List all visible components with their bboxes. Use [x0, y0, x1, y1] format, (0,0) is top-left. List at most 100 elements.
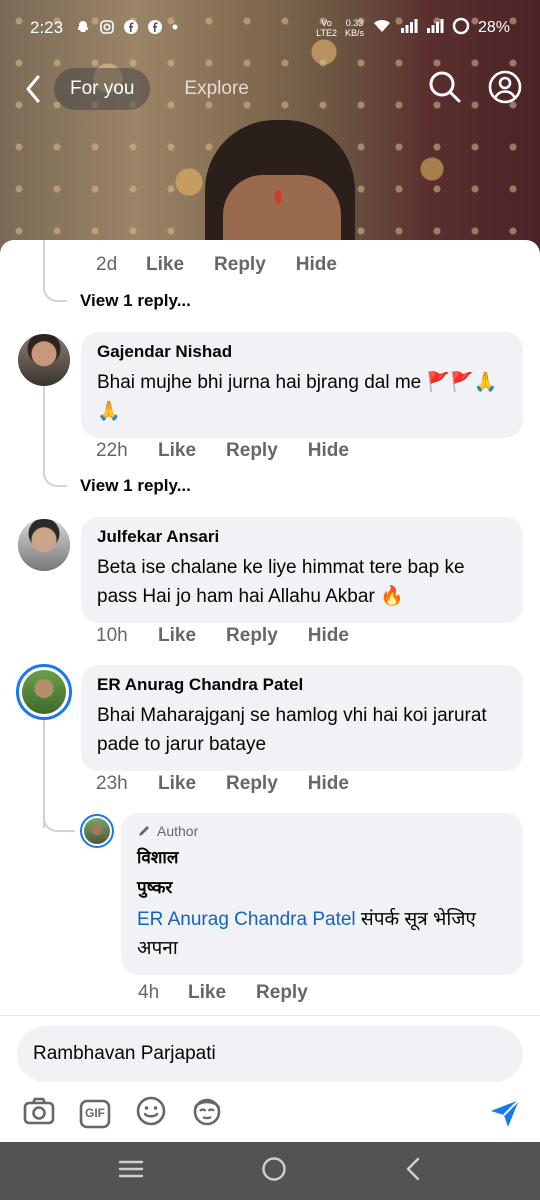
video-person-tilak: [275, 190, 281, 204]
reply-button[interactable]: Reply: [214, 254, 266, 276]
commenter-name[interactable]: ER Anurag Chandra Patel: [97, 675, 507, 695]
avatar[interactable]: [16, 664, 72, 720]
comment-actions: 4h Like Reply: [138, 982, 338, 1004]
video-person: [205, 120, 355, 260]
comment-time: 2d: [96, 254, 118, 275]
notification-icons: [75, 19, 179, 38]
snapchat-icon: [75, 19, 91, 38]
name-line-1: विशाल: [137, 848, 179, 867]
chevron-left-icon: [406, 1157, 419, 1180]
emoji-button[interactable]: [134, 1094, 168, 1133]
comment-time: 22h: [96, 440, 128, 461]
hide-button[interactable]: Hide: [308, 773, 349, 795]
commenter-name[interactable]: विशाल पुष्कर: [137, 843, 507, 903]
profile-icon: [488, 70, 522, 103]
thread-connector: [43, 270, 67, 302]
comment-bubble[interactable]: Julfekar Ansari Beta ise chalane ke liye…: [81, 517, 523, 623]
comment-time: 4h: [138, 982, 160, 1003]
comment-bubble[interactable]: ER Anurag Chandra Patel Bhai Maharajganj…: [81, 665, 523, 771]
system-navigation-bar: [0, 1142, 540, 1200]
camera-button[interactable]: [22, 1094, 56, 1133]
comment-composer: Rambhavan Parjapati GIF: [0, 1015, 540, 1142]
comment-time: 10h: [96, 625, 128, 646]
avatar[interactable]: [18, 334, 70, 386]
hide-button[interactable]: Hide: [296, 254, 337, 276]
speed-value: 0.33: [345, 18, 364, 28]
status-time: 2:23: [30, 18, 64, 37]
camera-icon: [23, 1097, 55, 1125]
comment-bubble[interactable]: Gajendar Nishad Bhai mujhe bhi jurna hai…: [81, 332, 523, 438]
thread-connector: [43, 455, 67, 487]
reply-button[interactable]: Reply: [226, 773, 278, 795]
recent-apps-button[interactable]: [118, 1158, 144, 1185]
avatar[interactable]: [18, 519, 70, 571]
signal-icon: [400, 18, 418, 39]
network-label-top: Vo: [321, 18, 332, 28]
thread-line: [43, 380, 45, 465]
search-icon: [429, 71, 461, 102]
comment-time: 23h: [96, 773, 128, 794]
thread-connector: [43, 810, 75, 832]
wifi-icon: [372, 18, 392, 39]
tab-explore[interactable]: Explore: [168, 68, 264, 110]
reply-button[interactable]: Reply: [226, 440, 278, 462]
hide-button[interactable]: Hide: [308, 440, 349, 462]
composer-tools: GIF: [22, 1094, 224, 1133]
battery-icon: [452, 17, 470, 40]
comment-actions: 23h Like Reply Hide: [96, 773, 379, 795]
send-icon: [491, 1099, 520, 1127]
comment-text: Bhai Maharajganj se hamlog vhi hai koi j…: [97, 705, 487, 755]
speed-unit: KB/s: [344, 28, 364, 38]
avatar-sticker-button[interactable]: [190, 1094, 224, 1133]
view-replies-link[interactable]: View 1 reply...: [80, 476, 191, 496]
avatar-sticker-icon: [193, 1098, 221, 1126]
view-replies-link[interactable]: View 1 reply...: [80, 291, 191, 311]
network-type: Vo LTE2: [316, 18, 337, 38]
network-speed: 0.33 KB/s: [345, 18, 364, 38]
comment-text: ER Anurag Chandra Patel संपर्क सूत्र भेज…: [137, 905, 507, 963]
like-button[interactable]: Like: [158, 773, 196, 795]
commenter-name[interactable]: Gajendar Nishad: [97, 342, 507, 362]
send-button[interactable]: [488, 1096, 522, 1135]
gif-label: GIF: [85, 1105, 105, 1120]
home-button[interactable]: [261, 1156, 287, 1187]
hide-button[interactable]: Hide: [308, 625, 349, 647]
profile-button[interactable]: [488, 70, 522, 109]
reply-bubble[interactable]: Author विशाल पुष्कर ER Anurag Chandra Pa…: [121, 813, 523, 975]
tab-for-you[interactable]: For you: [54, 68, 151, 110]
instagram-icon: [99, 19, 115, 38]
gif-button[interactable]: GIF: [78, 1097, 112, 1131]
search-button[interactable]: [428, 70, 462, 109]
back-nav-button[interactable]: [404, 1156, 422, 1187]
like-button[interactable]: Like: [158, 625, 196, 647]
network-label-bottom: LTE2: [316, 28, 337, 38]
reply-button[interactable]: Reply: [226, 625, 278, 647]
status-bar: 2:23 Vo LTE2 0.33 KB/s 28%: [0, 0, 540, 56]
facebook-icon: [123, 19, 139, 38]
signal-icon: [426, 18, 444, 39]
author-badge: Author: [137, 823, 507, 839]
reply-button[interactable]: Reply: [256, 982, 308, 1004]
dot-icon: [171, 19, 179, 38]
like-button[interactable]: Like: [158, 440, 196, 462]
menu-icon: [119, 1160, 144, 1177]
facebook-icon: [147, 19, 163, 38]
home-circle-icon: [262, 1156, 286, 1181]
like-button[interactable]: Like: [188, 982, 226, 1004]
top-navigation: For you Explore: [0, 62, 540, 116]
comments-sheet[interactable]: 2d Like Reply Hide View 1 reply... Gajen…: [0, 240, 540, 1015]
back-button[interactable]: [18, 69, 48, 109]
avatar[interactable]: [80, 814, 114, 848]
comment-actions: 2d Like Reply Hide: [96, 254, 367, 276]
name-line-2: पुष्कर: [137, 878, 173, 897]
pencil-icon: [139, 826, 149, 836]
comment-input[interactable]: Rambhavan Parjapati: [17, 1026, 523, 1082]
comment-text: Beta ise chalane ke liye himmat tere bap…: [97, 557, 465, 607]
mention-link[interactable]: ER Anurag Chandra Patel: [137, 909, 356, 930]
comment-actions: 22h Like Reply Hide: [96, 440, 379, 462]
author-label: Author: [157, 823, 199, 839]
comment-actions: 10h Like Reply Hide: [96, 625, 379, 647]
comment-text: Bhai mujhe bhi jurna hai bjrang dal me 🚩…: [97, 372, 498, 422]
like-button[interactable]: Like: [146, 254, 184, 276]
commenter-name[interactable]: Julfekar Ansari: [97, 527, 507, 547]
